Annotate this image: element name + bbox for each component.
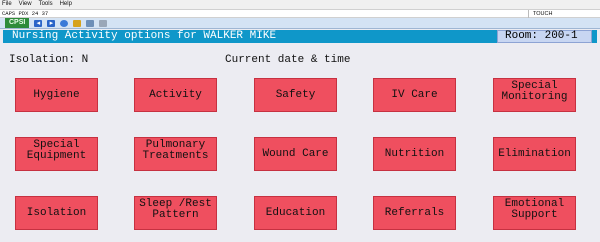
forward-arrow-icon[interactable]: ▸ xyxy=(47,19,56,27)
back-arrow-icon[interactable]: ◂ xyxy=(34,19,43,27)
special-monitoring-button[interactable]: Special Monitoring xyxy=(493,78,576,112)
menu-bar: File View Tools Help xyxy=(0,0,600,9)
pulmonary-treatments-button[interactable]: Pulmonary Treatments xyxy=(134,137,217,171)
education-button[interactable]: Education xyxy=(254,196,337,230)
isolation-button[interactable]: Isolation xyxy=(15,196,98,230)
wound-care-button[interactable]: Wound Care xyxy=(254,137,337,171)
status-indicators: CAPS PDX 24 37 xyxy=(2,10,49,17)
activity-button[interactable]: Activity xyxy=(134,78,217,112)
menu-view[interactable]: View xyxy=(19,0,32,9)
iv-care-button[interactable]: IV Care xyxy=(373,78,456,112)
elimination-button[interactable]: Elimination xyxy=(493,137,576,171)
info-icon[interactable] xyxy=(60,19,69,27)
menu-file[interactable]: File xyxy=(2,0,12,9)
app-badge: CPSI xyxy=(5,18,30,28)
nutrition-button[interactable]: Nutrition xyxy=(373,137,456,171)
emotional-support-button[interactable]: Emotional Support xyxy=(493,196,576,230)
status-bar: CAPS PDX 24 37 TOUCH xyxy=(0,9,600,18)
calendar-icon[interactable] xyxy=(86,19,95,27)
isolation-status: Isolation: N xyxy=(9,54,89,66)
hygiene-button[interactable]: Hygiene xyxy=(15,78,98,112)
page-title: Nursing Activity options for WALKER MIKE xyxy=(12,30,277,42)
safety-button[interactable]: Safety xyxy=(254,78,337,112)
document-icon[interactable] xyxy=(99,19,108,27)
current-date-time: Current date & time xyxy=(225,54,351,66)
room-display: Room: 200-1 xyxy=(497,30,592,43)
tools-icon[interactable] xyxy=(73,19,82,27)
sleep-rest-pattern-button[interactable]: Sleep /Rest Pattern xyxy=(134,196,217,230)
menu-help[interactable]: Help xyxy=(60,0,72,9)
referrals-button[interactable]: Referrals xyxy=(373,196,456,230)
touch-indicator: TOUCH xyxy=(528,10,600,18)
menu-tools[interactable]: Tools xyxy=(39,0,53,9)
special-equipment-button[interactable]: Special Equipment xyxy=(15,137,98,171)
toolbar: CPSI ◂ ▸ xyxy=(0,18,600,29)
